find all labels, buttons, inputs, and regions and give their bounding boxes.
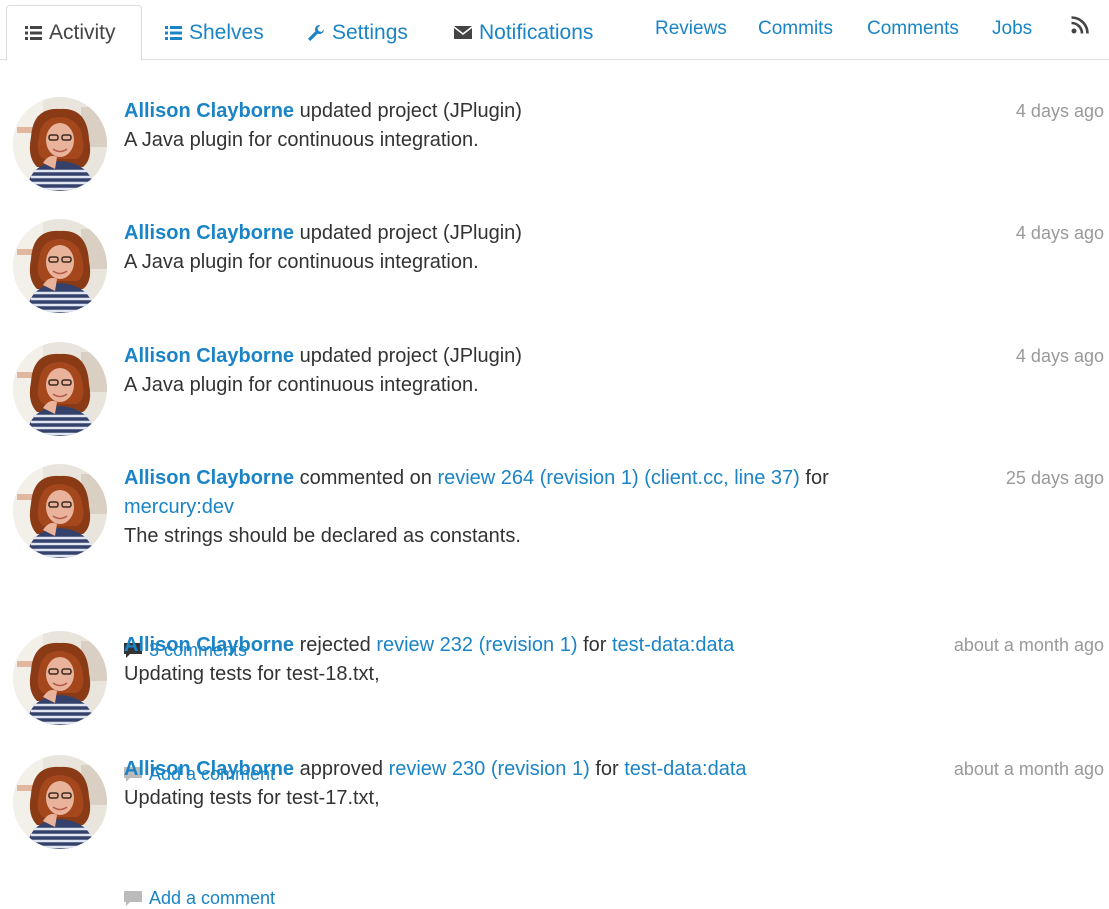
tab-activity[interactable]: Activity (6, 5, 142, 61)
tab-bar: Activity Shelves Settings Notifications … (0, 0, 1109, 61)
activity-description: A Java plugin for continuous integration… (124, 374, 479, 396)
comment-icon (124, 891, 142, 907)
avatar[interactable] (13, 755, 107, 849)
envelope-icon (454, 26, 472, 39)
activity-text: Allison Clayborne updated project (JPlug… (124, 342, 954, 400)
tab-settings[interactable]: Settings (307, 5, 408, 60)
add-comment-label: Add a comment (149, 888, 276, 908)
avatar[interactable] (13, 219, 107, 313)
tab-notifications-label: Notifications (479, 20, 594, 44)
activity-action: updated project (JPlugin) (299, 345, 522, 367)
timestamp: 4 days ago (1015, 101, 1104, 121)
tab-shelves[interactable]: Shelves (165, 5, 264, 60)
for-text: for (595, 758, 619, 780)
for-text: for (805, 467, 829, 489)
project-link[interactable]: test-data:data (612, 634, 734, 656)
timestamp: about a month ago (953, 635, 1104, 655)
activity-action: rejected (299, 634, 371, 656)
timestamp: 4 days ago (1015, 223, 1104, 243)
filter-commits[interactable]: Commits (758, 18, 833, 40)
filter-jobs[interactable]: Jobs (992, 18, 1032, 40)
avatar[interactable] (13, 631, 107, 725)
author-link[interactable]: Allison Clayborne (124, 100, 294, 122)
author-link[interactable]: Allison Clayborne (124, 634, 294, 656)
activity-description: Updating tests for test-17.txt, (124, 787, 380, 809)
review-link[interactable]: review 264 (revision 1) (client.cc, line… (437, 467, 799, 489)
list-icon (25, 26, 42, 40)
add-comment-link[interactable]: Add a comment (124, 888, 275, 909)
timestamp: 25 days ago (1005, 468, 1104, 488)
activity-description: Updating tests for test-18.txt, (124, 663, 380, 685)
tab-notifications[interactable]: Notifications (454, 5, 593, 60)
avatar[interactable] (13, 342, 107, 436)
tab-activity-label: Activity (49, 21, 116, 44)
activity-text: Allison Clayborne updated project (JPlug… (124, 219, 954, 277)
author-link[interactable]: Allison Clayborne (124, 222, 294, 244)
avatar[interactable] (13, 464, 107, 558)
author-link[interactable]: Allison Clayborne (124, 345, 294, 367)
list-icon (165, 25, 182, 40)
avatar[interactable] (13, 97, 107, 191)
filter-comments[interactable]: Comments (867, 18, 959, 40)
activity-action: approved (299, 758, 383, 780)
timestamp: 4 days ago (1015, 346, 1104, 366)
filter-reviews[interactable]: Reviews (655, 18, 727, 40)
activity-description: The strings should be declared as consta… (124, 525, 521, 547)
activity-text: Allison Clayborne updated project (JPlug… (124, 97, 954, 155)
timestamp: about a month ago (953, 759, 1104, 779)
tab-shelves-label: Shelves (189, 20, 264, 44)
activity-action: updated project (JPlugin) (299, 222, 522, 244)
tab-settings-label: Settings (332, 20, 408, 44)
wrench-icon (307, 24, 325, 42)
activity-description: A Java plugin for continuous integration… (124, 251, 479, 273)
author-link[interactable]: Allison Clayborne (124, 467, 294, 489)
activity-description: A Java plugin for continuous integration… (124, 129, 479, 151)
review-link[interactable]: review 230 (revision 1) (389, 758, 590, 780)
activity-action: updated project (JPlugin) (299, 100, 522, 122)
activity-text: Allison Clayborne approved review 230 (r… (124, 755, 954, 813)
review-link[interactable]: review 232 (revision 1) (376, 634, 577, 656)
author-link[interactable]: Allison Clayborne (124, 758, 294, 780)
rss-icon[interactable] (1071, 16, 1089, 40)
activity-text: Allison Clayborne rejected review 232 (r… (124, 631, 954, 689)
project-link[interactable]: test-data:data (624, 758, 746, 780)
project-link[interactable]: mercury:dev (124, 496, 234, 518)
for-text: for (583, 634, 607, 656)
activity-text: Allison Clayborne commented on review 26… (124, 464, 944, 551)
activity-action: commented on (299, 467, 432, 489)
